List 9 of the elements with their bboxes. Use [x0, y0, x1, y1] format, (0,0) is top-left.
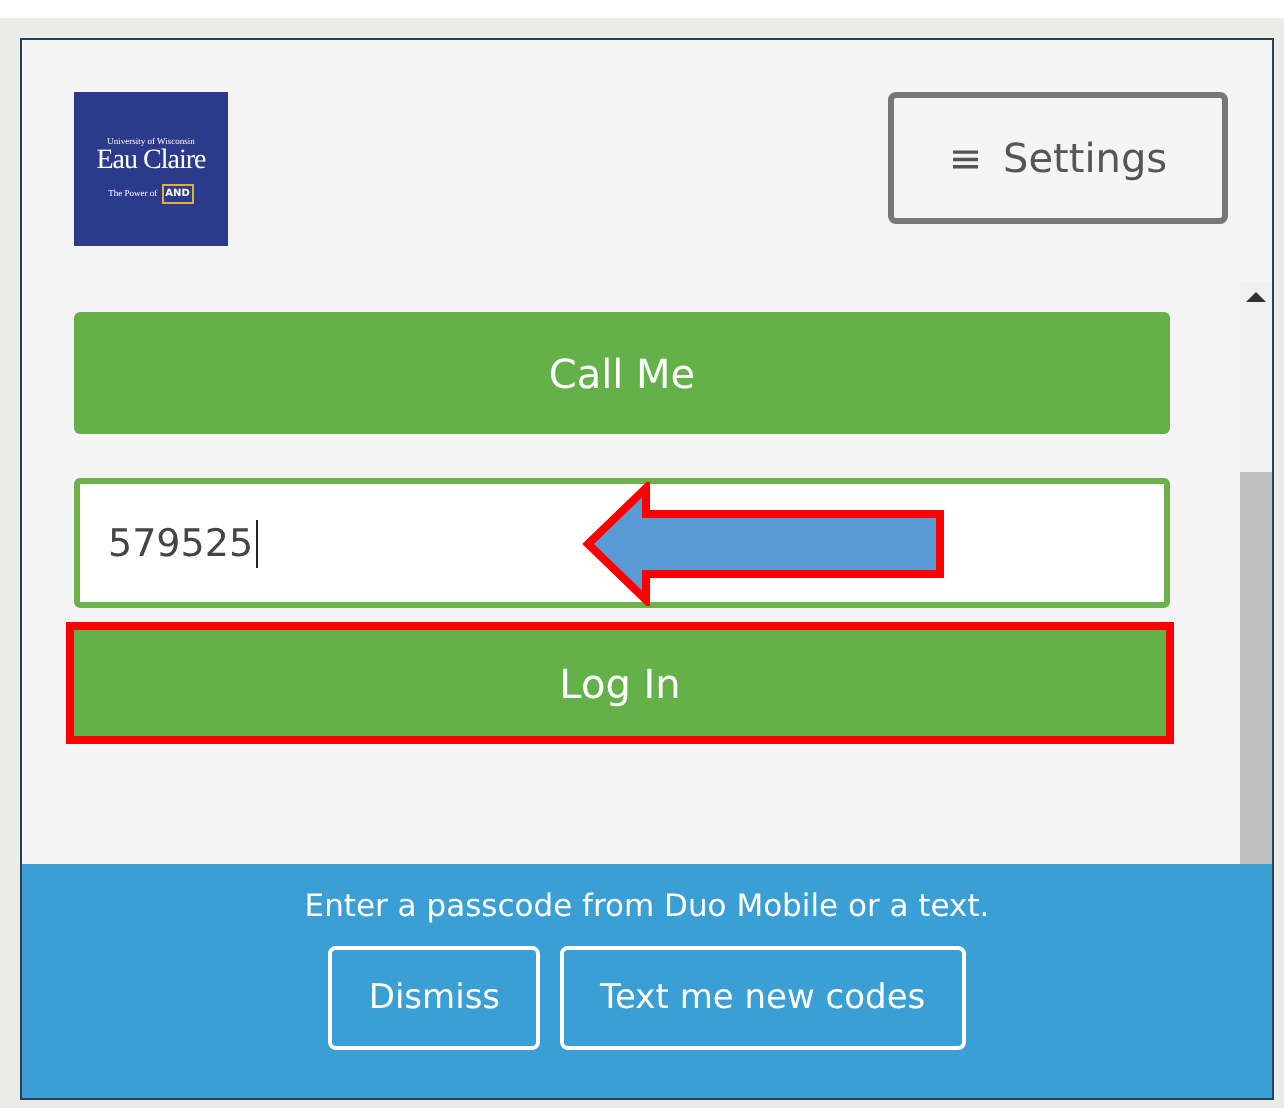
- call-me-button[interactable]: Call Me: [74, 312, 1170, 434]
- message-button[interactable]: Dismiss: [328, 946, 541, 1050]
- field-value: 579525: [108, 521, 254, 565]
- message-button[interactable]: Text me new codes: [560, 946, 966, 1050]
- scrollbar[interactable]: [1240, 282, 1272, 864]
- logo-text: Eau Claire: [96, 145, 206, 177]
- settings-button[interactable]: ≡ Settings: [888, 92, 1228, 224]
- message-text: Enter a passcode from Duo Mobile or a text.: [304, 888, 990, 924]
- login-button[interactable]: Log In: [66, 622, 1174, 744]
